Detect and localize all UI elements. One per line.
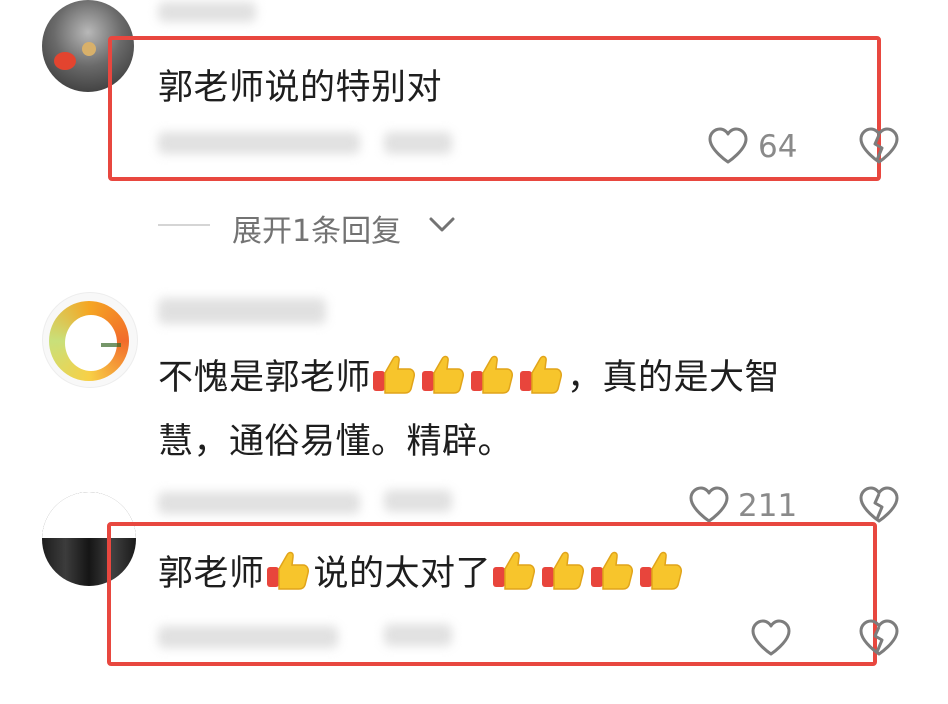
like-count: 211 [738, 488, 798, 524]
comment-text-start: 不愧是郭老师 [158, 358, 372, 398]
dislike-icon[interactable] [858, 486, 900, 524]
reply-button-blurred[interactable] [384, 624, 452, 646]
thumbs-up-icon [640, 551, 683, 590]
timestamp-blurred [158, 492, 360, 514]
thumbs-up-icon [493, 551, 536, 590]
thumbs-up-icon [520, 355, 563, 394]
heart-icon[interactable] [750, 619, 792, 657]
comment-text: 不愧是郭老师 ，真的是大智 [158, 346, 780, 410]
divider [158, 224, 210, 226]
thumbs-up-icon [591, 551, 634, 590]
username-blurred [158, 2, 256, 22]
dislike-icon[interactable] [858, 619, 900, 657]
comment-text: 郭老师说的特别对 [158, 68, 443, 108]
reply-button-blurred[interactable] [384, 490, 452, 512]
heart-icon[interactable] [707, 127, 749, 165]
timestamp-blurred [158, 132, 360, 154]
thumbs-up-icon [266, 551, 309, 590]
username-blurred [158, 298, 326, 324]
like-count: 64 [758, 129, 798, 165]
comment-text-line2: 慧，通俗易懂。精辟。 [158, 422, 514, 462]
comment-text-start: 郭老师 [158, 554, 265, 594]
thumbs-up-icon [373, 355, 416, 394]
thumbs-up-icon [542, 551, 585, 590]
heart-icon[interactable] [688, 486, 730, 524]
chevron-down-icon[interactable] [428, 216, 456, 234]
timestamp-blurred [158, 626, 338, 648]
comment-text: 郭老师 说的太对了 [158, 542, 687, 606]
dislike-icon[interactable] [858, 127, 900, 165]
avatar[interactable] [42, 292, 138, 388]
comment-text-end: 说的太对了 [313, 554, 492, 594]
expand-replies-link[interactable]: 展开1条回复 [232, 206, 401, 250]
thumbs-up-icon [471, 355, 514, 394]
reply-button-blurred[interactable] [384, 132, 452, 154]
expand-replies-label: 展开1条回复 [232, 214, 402, 249]
thumbs-up-icon [422, 355, 465, 394]
comment-text-end: ，真的是大智 [567, 358, 781, 398]
